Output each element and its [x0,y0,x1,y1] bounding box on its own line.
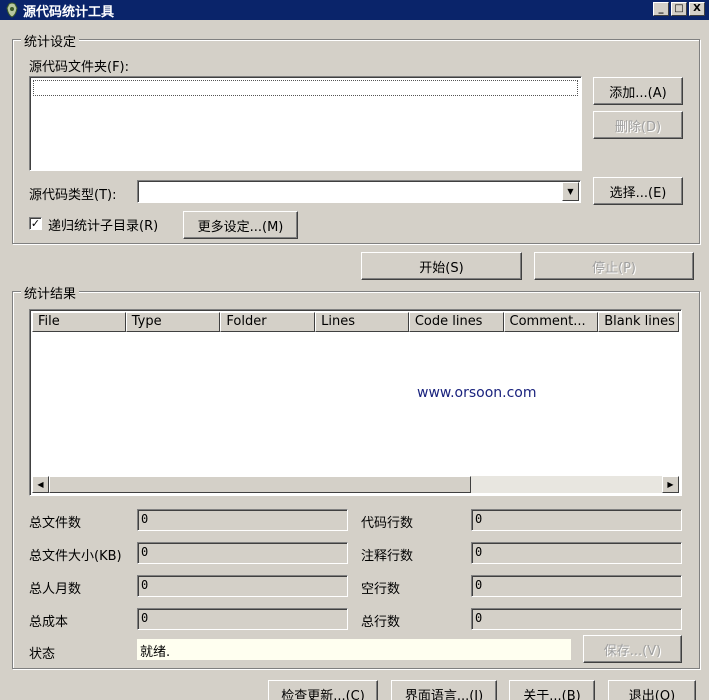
blank-lines-field: 0 [471,575,682,597]
column-header-folder[interactable]: Folder [220,312,316,332]
results-list[interactable]: File Type Folder Lines Code lines Commen… [29,309,682,496]
scroll-right-icon[interactable]: ▶ [662,476,679,493]
results-list-header: File Type Folder Lines Code lines Commen… [32,312,679,332]
recursive-label[interactable]: 递归统计子目录(R) [48,215,158,234]
total-lines-label: 总行数 [361,615,401,630]
column-header-file[interactable]: File [32,312,126,332]
man-months-label: 总人月数 [29,582,82,597]
save-button[interactable]: 保存...(V) [583,635,682,663]
man-months-field: 0 [137,575,348,597]
status-value: 就绪. [137,639,571,660]
window-title: 源代码统计工具 [23,4,115,20]
horizontal-scrollbar[interactable]: ◀ ▶ [32,476,679,493]
type-label: 源代码类型(T): [29,188,117,203]
folder-list-focus [33,80,578,96]
about-button[interactable]: 关于...(B) [509,680,595,700]
start-button[interactable]: 开始(S) [361,252,522,280]
results-group-label: 统计结果 [21,283,80,302]
more-settings-button[interactable]: 更多设定...(M) [183,211,298,239]
comment-lines-field: 0 [471,542,682,564]
column-header-code-lines[interactable]: Code lines [408,312,504,332]
stop-button[interactable]: 停止(P) [534,252,694,280]
check-update-button[interactable]: 检查更新...(C) [268,680,378,700]
column-header-type[interactable]: Type [125,312,221,332]
total-size-label: 总文件大小(KB) [29,549,122,564]
delete-button[interactable]: 删除(D) [593,111,683,139]
total-files-label: 总文件数 [29,516,82,531]
folder-label: 源代码文件夹(F): [29,60,130,75]
blank-lines-label: 空行数 [361,582,401,597]
chevron-down-icon[interactable]: ▼ [562,182,579,201]
select-button[interactable]: 选择...(E) [593,177,683,205]
total-lines-field: 0 [471,608,682,630]
total-files-field: 0 [137,509,348,531]
total-size-field: 0 [137,542,348,564]
scroll-left-icon[interactable]: ◀ [32,476,49,493]
settings-group-label: 统计设定 [21,31,80,50]
add-button[interactable]: 添加...(A) [593,77,683,105]
total-cost-label: 总成本 [29,615,69,630]
folder-list[interactable] [29,76,582,171]
code-lines-label: 代码行数 [361,516,414,531]
code-lines-field: 0 [471,509,682,531]
language-button[interactable]: 界面语言...(I) [391,680,497,700]
column-header-comment[interactable]: Comment... [503,312,599,332]
total-cost-field: 0 [137,608,348,630]
close-button[interactable]: X [689,2,705,16]
column-header-blank-lines[interactable]: Blank lines [598,312,679,332]
maximize-button[interactable]: □ [671,2,687,16]
exit-button[interactable]: 退出(O) [608,680,696,700]
recursive-checkbox[interactable]: ✓ [29,217,42,230]
comment-lines-label: 注释行数 [361,549,414,564]
scrollbar-thumb[interactable] [49,476,471,493]
app-icon [6,2,18,18]
column-header-lines[interactable]: Lines [315,312,409,332]
watermark-text: www.orsoon.com [417,385,537,401]
minimize-button[interactable]: _ [653,2,669,16]
status-label: 状态 [29,647,56,662]
title-bar: 源代码统计工具 _ □ X [0,0,709,20]
type-combo[interactable]: ▼ [137,180,581,203]
